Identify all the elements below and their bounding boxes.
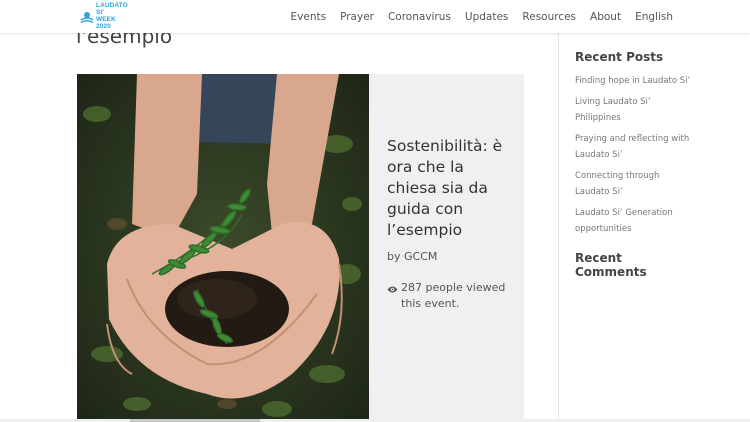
event-title[interactable]: Sostenibilità: è ora che la chiesa sia d… bbox=[387, 136, 517, 241]
eye-icon bbox=[387, 283, 398, 293]
recent-post-link[interactable]: Laudato Si’ Generation opportunities bbox=[575, 205, 695, 237]
nav-about[interactable]: About bbox=[590, 11, 621, 23]
logo-icon bbox=[80, 9, 94, 24]
nav-prayer[interactable]: Prayer bbox=[340, 11, 374, 23]
recent-post-link[interactable]: Finding hope in Laudato Si’ bbox=[575, 73, 695, 89]
nav-events[interactable]: Events bbox=[291, 11, 327, 23]
hands-plant-illustration bbox=[77, 74, 369, 422]
sidebar: Recent Posts Finding hope in Laudato Si’… bbox=[575, 50, 695, 288]
recent-posts-heading: Recent Posts bbox=[575, 50, 664, 64]
nav-updates[interactable]: Updates bbox=[465, 11, 509, 23]
site-logo[interactable]: LAUDATO SI' WEEK 2020 bbox=[80, 2, 128, 30]
sidebar-divider bbox=[558, 33, 559, 422]
event-image[interactable] bbox=[77, 74, 369, 422]
recent-comments-heading: Recent Comments bbox=[575, 251, 647, 279]
nav-resources[interactable]: Resources bbox=[522, 11, 576, 23]
nav-coronavirus[interactable]: Coronavirus bbox=[388, 11, 451, 23]
event-card[interactable]: Sostenibilità: è ora che la chiesa sia d… bbox=[77, 74, 524, 422]
logo-text: LAUDATO SI' WEEK 2020 bbox=[96, 2, 128, 30]
event-views: 287 people viewed this event. bbox=[387, 280, 517, 312]
recent-post-link[interactable]: Living Laudato Si’ Philippines bbox=[575, 94, 695, 126]
event-author: by GCCM bbox=[387, 250, 438, 263]
recent-post-link[interactable]: Connecting through Laudato Si’ bbox=[575, 168, 695, 200]
event-card-body: Sostenibilità: è ora che la chiesa sia d… bbox=[387, 136, 517, 312]
event-views-text: 287 people viewed this event. bbox=[401, 281, 506, 310]
nav-language[interactable]: English bbox=[635, 11, 673, 23]
main-nav: Events Prayer Coronavirus Updates Resour… bbox=[277, 0, 673, 33]
site-header: LAUDATO SI' WEEK 2020 Events Prayer Coro… bbox=[0, 0, 750, 33]
recent-post-link[interactable]: Praying and reflecting with Laudato Si’ bbox=[575, 131, 695, 163]
